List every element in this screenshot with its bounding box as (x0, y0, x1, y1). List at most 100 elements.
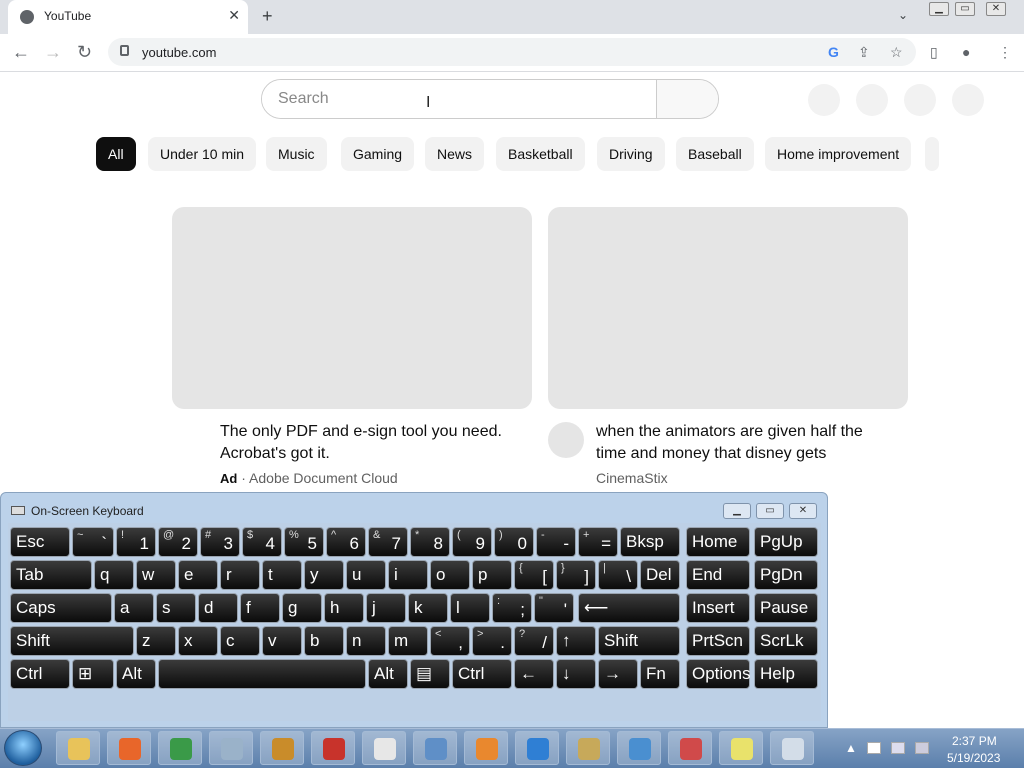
key-m[interactable]: m (388, 626, 428, 656)
chip-gaming[interactable]: Gaming (341, 137, 415, 171)
key-n[interactable]: n (346, 626, 386, 656)
key-d[interactable]: d (198, 593, 238, 623)
chip-under-10-min[interactable]: Under 10 min (148, 137, 257, 171)
close-tab-icon[interactable]: ✕ (228, 7, 240, 24)
key-end[interactable]: End (686, 560, 750, 590)
tab-search-icon[interactable]: ⌄ (898, 8, 908, 22)
new-tab-button[interactable]: + (262, 6, 273, 27)
key-v[interactable]: v (262, 626, 302, 656)
taskbar-chrome-button[interactable] (158, 731, 202, 765)
taskbar-sticky-notes-button[interactable] (719, 731, 763, 765)
address-bar[interactable]: youtube.com (108, 38, 916, 66)
channel-name[interactable]: Adobe Document Cloud (249, 470, 398, 486)
key-fn[interactable]: Fn (640, 659, 680, 689)
chip-basketball[interactable]: Basketball (496, 137, 585, 171)
chrome-menu-icon[interactable]: ⋮ (998, 44, 1012, 61)
key-s[interactable]: s (156, 593, 196, 623)
video-thumbnail[interactable] (172, 207, 532, 409)
key-x[interactable]: x (178, 626, 218, 656)
key-k[interactable]: k (408, 593, 448, 623)
key-r[interactable]: r (220, 560, 260, 590)
key-z[interactable]: z (136, 626, 176, 656)
key-[interactable]: }] (556, 560, 596, 590)
search-button[interactable] (656, 80, 718, 118)
key-ctrl[interactable]: Ctrl (452, 659, 512, 689)
key-e[interactable]: e (178, 560, 218, 590)
key-options[interactable]: Options (686, 659, 751, 689)
key-esc[interactable]: Esc (10, 527, 70, 557)
key-u[interactable]: u (346, 560, 386, 590)
key-[interactable]: {[ (514, 560, 554, 590)
key-5[interactable]: % 5 (284, 527, 324, 557)
key-alt[interactable]: Alt (368, 659, 408, 689)
video-title[interactable]: The only PDF and e-sign tool you need. (220, 421, 502, 443)
key-[interactable]: | \ (598, 560, 638, 590)
key-[interactable]: >. (472, 626, 512, 656)
key-[interactable]: <, (430, 626, 470, 656)
key-bksp[interactable]: Bksp (620, 527, 680, 557)
taskbar-internet-explorer-button[interactable] (515, 731, 559, 765)
key-[interactable]: ~ ` (72, 527, 114, 557)
key-pgup[interactable]: PgUp (754, 527, 818, 557)
start-button[interactable] (4, 730, 42, 766)
taskbar-freecell-button[interactable] (260, 731, 304, 765)
key-3[interactable]: #3 (200, 527, 240, 557)
chip-home-improvement[interactable]: Home improvement (765, 137, 912, 171)
search-input[interactable] (262, 80, 656, 118)
key-shift[interactable]: Shift (598, 626, 680, 656)
taskbar-hearts-button[interactable] (311, 731, 355, 765)
taskbar-firefox-button[interactable] (107, 731, 151, 765)
apps-icon[interactable] (856, 84, 888, 116)
chip-more[interactable] (925, 137, 939, 171)
key-scrlk[interactable]: ScrLk (754, 626, 818, 656)
lock-icon[interactable] (120, 45, 129, 56)
key-i[interactable]: i (388, 560, 428, 590)
key-y[interactable]: y (304, 560, 344, 590)
key-h[interactable]: h (324, 593, 364, 623)
taskbar-calculator-button[interactable] (209, 731, 253, 765)
key-c[interactable]: c (220, 626, 260, 656)
volume-muted-icon[interactable] (915, 742, 929, 754)
taskbar-paint-button[interactable] (566, 731, 610, 765)
forward-icon[interactable]: → (44, 42, 62, 63)
clock-time[interactable]: 2:37 PM (952, 734, 997, 748)
key-[interactable]: → (598, 659, 638, 689)
channel-name[interactable]: CinemaStix (596, 470, 668, 486)
key-prtscn[interactable]: PrtScn (686, 626, 750, 656)
browser-tab[interactable]: YouTube ✕ (8, 0, 248, 34)
key-pause[interactable]: Pause (754, 593, 818, 623)
network-icon[interactable] (891, 742, 905, 754)
key-a[interactable]: a (114, 593, 154, 623)
key-[interactable]: ▤ (410, 659, 450, 689)
video-title[interactable]: time and money that disney gets (596, 443, 826, 465)
key-[interactable]: ↑ (556, 626, 596, 656)
taskbar-mail-button[interactable] (617, 731, 661, 765)
chip-music[interactable]: Music (266, 137, 327, 171)
video-title[interactable]: Acrobat's got it. (220, 443, 330, 465)
key-1[interactable]: ! 1 (116, 527, 156, 557)
chip-baseball[interactable]: Baseball (676, 137, 754, 171)
taskbar-media-player-button[interactable] (464, 731, 508, 765)
key-j[interactable]: j (366, 593, 406, 623)
key-4[interactable]: $4 (242, 527, 282, 557)
taskbar-control-panel-button[interactable] (413, 731, 457, 765)
key-[interactable]: + = (578, 527, 618, 557)
taskbar-explorer-button[interactable] (56, 731, 100, 765)
chip-news[interactable]: News (425, 137, 485, 171)
key-q[interactable]: q (94, 560, 134, 590)
key-ctrl[interactable]: Ctrl (10, 659, 70, 689)
key-[interactable]: " ' (534, 593, 574, 623)
key-[interactable]: ← (514, 659, 554, 689)
restore-window-button[interactable]: ▭ (955, 2, 975, 16)
chip-driving[interactable]: Driving (597, 137, 665, 171)
reload-icon[interactable]: ↻ (77, 42, 92, 63)
close-window-button[interactable]: ✕ (986, 2, 1006, 16)
key-[interactable]: :; (492, 593, 532, 623)
url-text[interactable]: youtube.com (142, 45, 216, 60)
video-title[interactable]: when the animators are given half the (596, 421, 863, 443)
key-tab[interactable]: Tab (10, 560, 92, 590)
key-l[interactable]: l (450, 593, 490, 623)
key-f[interactable]: f (240, 593, 280, 623)
key-[interactable]: ? / (514, 626, 554, 656)
key-6[interactable]: ^ 6 (326, 527, 366, 557)
